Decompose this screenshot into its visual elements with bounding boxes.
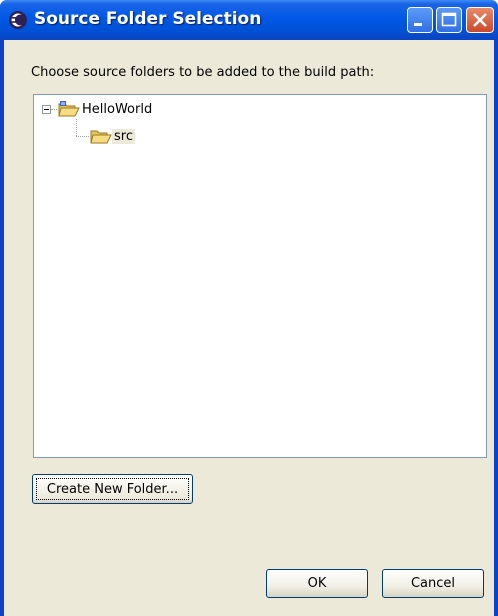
tree-connector: [51, 109, 57, 110]
tree-connector: [76, 119, 77, 136]
cancel-button[interactable]: Cancel: [382, 569, 484, 598]
maximize-icon: [441, 12, 457, 27]
minimize-icon: [414, 23, 422, 26]
tree-node-label: src: [112, 128, 135, 144]
project-folder-icon: [58, 100, 80, 118]
maximize-button[interactable]: [436, 7, 462, 33]
tree-node-src[interactable]: src: [90, 126, 135, 146]
tree-node-label: HelloWorld: [82, 101, 153, 117]
source-folder-icon: [90, 127, 112, 145]
focus-rectangle: [36, 478, 189, 500]
source-folder-selection-dialog: Source Folder Selection Choose source fo…: [0, 0, 498, 616]
window-title: Source Folder Selection: [34, 9, 262, 29]
folder-tree[interactable]: HelloWorld src: [33, 94, 487, 458]
cancel-label: Cancel: [410, 576, 456, 591]
close-icon: [473, 13, 487, 27]
create-new-folder-button[interactable]: Create New Folder...: [32, 474, 193, 504]
tree-connector: [76, 136, 89, 137]
eclipse-icon: [8, 10, 28, 30]
collapse-toggle-icon[interactable]: [42, 105, 51, 114]
tree-node-helloworld[interactable]: HelloWorld: [58, 99, 154, 119]
title-bar[interactable]: Source Folder Selection: [0, 0, 498, 40]
ok-label: OK: [307, 576, 327, 591]
ok-button[interactable]: OK: [266, 569, 368, 598]
close-button[interactable]: [466, 7, 494, 33]
minimize-button[interactable]: [407, 7, 433, 33]
dialog-body: Choose source folders to be added to the…: [4, 40, 494, 616]
instruction-label: Choose source folders to be added to the…: [31, 65, 375, 80]
